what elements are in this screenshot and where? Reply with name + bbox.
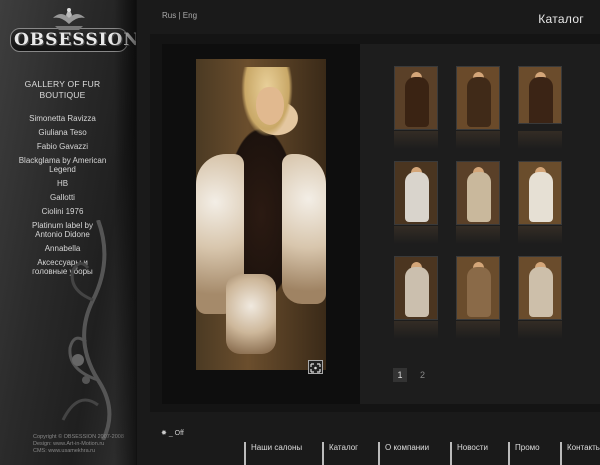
menu-item-blackglama[interactable]: Blackglama by American Legend xyxy=(0,156,125,174)
sound-toggle[interactable]: ✸ _ Off xyxy=(161,429,184,437)
photo-face xyxy=(256,87,284,125)
lang-eng-link[interactable]: Eng xyxy=(183,11,197,20)
copyright: Copyright © OBSESSION 2007-2008 Design: … xyxy=(33,434,124,455)
menu-item-ciolini[interactable]: Ciolini 1976 xyxy=(0,207,125,216)
thumbnail-figure xyxy=(405,172,429,222)
thumbnail-figure xyxy=(405,77,429,127)
photo-fur-bottom xyxy=(226,274,276,354)
thumbnail-reflection xyxy=(456,321,500,339)
thumbnail-3[interactable] xyxy=(518,66,562,124)
page-1-button[interactable]: 1 xyxy=(393,368,407,382)
speaker-icon: ✸ xyxy=(161,430,167,437)
thumbnail-figure xyxy=(405,267,429,317)
thumbnail-reflection xyxy=(394,226,438,244)
thumbnail-reflection xyxy=(456,131,500,149)
thumbnail-7[interactable] xyxy=(394,256,438,320)
logo[interactable]: OBSESSION xyxy=(10,6,136,52)
lang-separator: | xyxy=(178,11,181,20)
cms-credit[interactable]: CMS: www.usamekhra.ru xyxy=(33,448,124,455)
thumbnail-1[interactable] xyxy=(394,66,438,130)
thumbnail-figure xyxy=(529,172,553,222)
brand-subtitle-line1: GALLERY OF FUR xyxy=(24,79,101,89)
logo-text: OBSESSION xyxy=(10,28,136,52)
zoom-icon xyxy=(310,363,321,373)
thumbnail-figure xyxy=(467,77,491,127)
menu-item-gallotti[interactable]: Gallotti xyxy=(0,193,125,202)
menu-item-giuliana-teso[interactable]: Giuliana Teso xyxy=(0,128,125,137)
page-2-button[interactable]: 2 xyxy=(416,368,430,382)
thumbnail-reflection xyxy=(394,131,438,149)
thumbnail-reflection xyxy=(518,226,562,244)
zoom-button[interactable] xyxy=(308,360,323,374)
menu-item-fabio-gavazzi[interactable]: Fabio Gavazzi xyxy=(0,142,125,151)
thumbnail-reflection xyxy=(456,226,500,244)
nav-catalog[interactable]: Каталог xyxy=(322,442,358,465)
thumbnail-5[interactable] xyxy=(456,161,500,225)
design-credit[interactable]: Design: www.Art-in-Motion.ru xyxy=(33,441,124,448)
thumbnail-figure xyxy=(467,267,491,317)
sidebar: OBSESSION GALLERY OF FUR BOUTIQUE Simone… xyxy=(0,0,137,465)
lang-rus-link[interactable]: Rus xyxy=(162,11,176,20)
thumbnail-2[interactable] xyxy=(456,66,500,130)
nav-our-salons[interactable]: Наши салоны xyxy=(244,442,302,465)
thumbnail-reflection xyxy=(394,321,438,339)
nav-contacts[interactable]: Контакты xyxy=(560,442,600,465)
thumbnail-figure xyxy=(529,77,553,123)
thumbnail-9[interactable] xyxy=(518,256,562,320)
page-title: Каталог xyxy=(538,12,584,26)
sound-label: _ Off xyxy=(168,430,184,437)
thumbnail-6[interactable] xyxy=(518,161,562,225)
menu-item-hb[interactable]: HB xyxy=(0,179,125,188)
thumbnail-8[interactable] xyxy=(456,256,500,320)
photo-fur-collar-right xyxy=(282,154,326,304)
bottom-nav: Наши салоны Каталог О компании Новости П… xyxy=(240,442,600,465)
menu-item-simonetta-ravizza[interactable]: Simonetta Ravizza xyxy=(0,114,125,123)
brand-subtitle-line2: BOUTIQUE xyxy=(39,90,86,100)
nav-about[interactable]: О компании xyxy=(378,442,429,465)
main-product-photo[interactable] xyxy=(196,59,326,370)
nav-news[interactable]: Новости xyxy=(450,442,488,465)
thumbnail-reflection xyxy=(518,321,562,339)
thumbnail-4[interactable] xyxy=(394,161,438,225)
language-switch: Rus | Eng xyxy=(162,11,197,20)
thumbnail-figure xyxy=(467,172,491,222)
copyright-line: Copyright © OBSESSION 2007-2008 xyxy=(33,434,124,440)
decorative-swirl-icon xyxy=(61,220,112,440)
nav-promo[interactable]: Промо xyxy=(508,442,540,465)
pagination: 1 2 xyxy=(393,368,436,382)
thumbnail-figure xyxy=(529,267,553,317)
thumbnail-reflection xyxy=(518,131,562,149)
